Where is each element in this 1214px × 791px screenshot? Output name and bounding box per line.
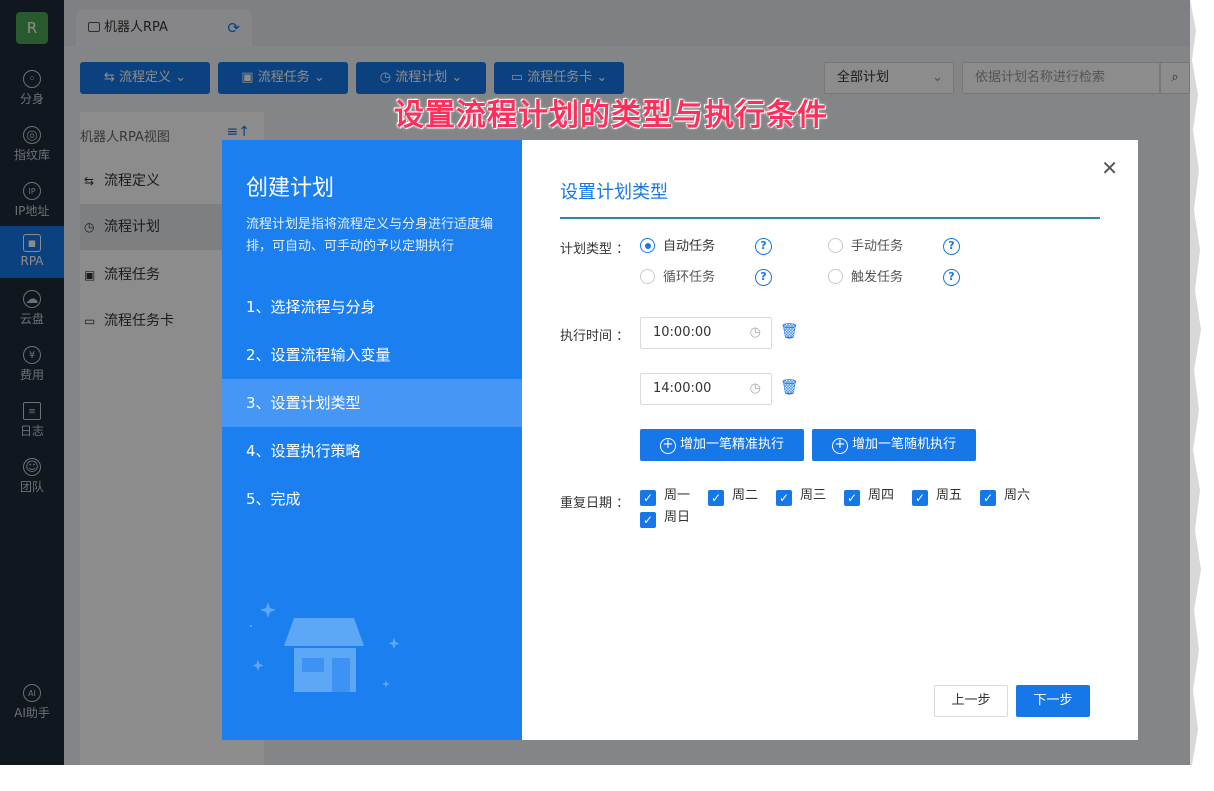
wizard-step-4: 4、设置执行策略	[246, 442, 361, 460]
checkbox-thursday[interactable]: ✓ 周四	[844, 488, 894, 506]
wizard-content: ✕ 设置计划类型 计划类型 ： 自动任务 ? 手动任务 ? 循环任务 ? 触发任…	[522, 140, 1138, 740]
annotation-banner: 设置流程计划的类型与执行条件	[394, 98, 828, 133]
radio-auto-task[interactable]: 自动任务	[640, 238, 715, 255]
help-icon[interactable]: ?	[943, 269, 960, 286]
repeat-days-label: 重复日期 ：	[560, 496, 630, 511]
check-icon: ✓	[640, 490, 656, 506]
radio-loop-task[interactable]: 循环任务	[640, 269, 715, 286]
check-icon: ✓	[844, 490, 860, 506]
check-icon: ✓	[708, 490, 724, 506]
clock-icon: ◷	[749, 325, 761, 340]
radio-trigger-task[interactable]: 触发任务	[828, 269, 903, 286]
app-window: R ◦ 分身 ◎ 指纹库 IP IP地址 ▪ RPA ☁ 云盘 ¥ 费用 ≡ 日志 ☺ 团队 A…	[0, 0, 1190, 765]
wizard-sidebar: 创建计划 流程计划是指将流程定义与分身进行适度编排，可自动、可手动的予以定期执行…	[222, 140, 522, 740]
create-plan-dialog: 创建计划 流程计划是指将流程定义与分身进行适度编排，可自动、可手动的予以定期执行…	[222, 140, 1138, 740]
torn-edge	[1190, 0, 1201, 765]
trash-icon[interactable]: 🗑	[780, 378, 799, 396]
time-input-2[interactable]: 14:00:00 ◷	[640, 373, 772, 405]
wizard-step-3: 3、设置计划类型	[222, 379, 522, 427]
help-icon[interactable]: ?	[755, 269, 772, 286]
checkbox-sunday[interactable]: ✓ 周日	[640, 510, 690, 528]
check-icon: ✓	[980, 490, 996, 506]
store-illustration	[250, 602, 400, 692]
check-icon: ✓	[912, 490, 928, 506]
checkbox-saturday[interactable]: ✓ 周六	[980, 488, 1030, 506]
checkbox-wednesday[interactable]: ✓ 周三	[776, 488, 826, 506]
check-icon: ✓	[776, 490, 792, 506]
wizard-step-5: 5、完成	[246, 490, 301, 508]
section-title: 设置计划类型	[560, 182, 668, 203]
help-icon[interactable]: ?	[755, 238, 772, 255]
checkbox-tuesday[interactable]: ✓ 周二	[708, 488, 758, 506]
section-divider	[560, 217, 1100, 219]
plan-type-label: 计划类型 ：	[560, 242, 630, 257]
radio-manual-task[interactable]: 手动任务	[828, 238, 903, 255]
add-random-run-button[interactable]: + 增加一笔随机执行	[812, 429, 976, 461]
wizard-step-2: 2、设置流程输入变量	[246, 346, 391, 364]
clock-icon: ◷	[749, 381, 761, 396]
exec-time-label: 执行时间 ：	[560, 329, 630, 344]
checkbox-monday[interactable]: ✓ 周一	[640, 488, 690, 506]
plus-circle-icon: +	[659, 438, 676, 454]
help-icon[interactable]: ?	[943, 238, 960, 255]
check-icon: ✓	[640, 512, 656, 528]
checkbox-friday[interactable]: ✓ 周五	[912, 488, 962, 506]
next-step-button[interactable]: 下一步	[1016, 685, 1090, 717]
time-input-1[interactable]: 10:00:00 ◷	[640, 317, 772, 349]
add-exact-run-button[interactable]: + 增加一笔精准执行	[640, 429, 804, 461]
close-icon[interactable]: ✕	[1101, 156, 1118, 180]
dialog-title: 创建计划	[246, 176, 335, 201]
wizard-step-1: 1、选择流程与分身	[246, 298, 376, 316]
prev-step-button[interactable]: 上一步	[934, 685, 1008, 717]
trash-icon[interactable]: 🗑	[780, 322, 799, 340]
dialog-description: 流程计划是指将流程定义与分身进行适度编排，可自动、可手动的予以定期执行	[246, 217, 494, 254]
plus-circle-icon: +	[831, 438, 848, 454]
